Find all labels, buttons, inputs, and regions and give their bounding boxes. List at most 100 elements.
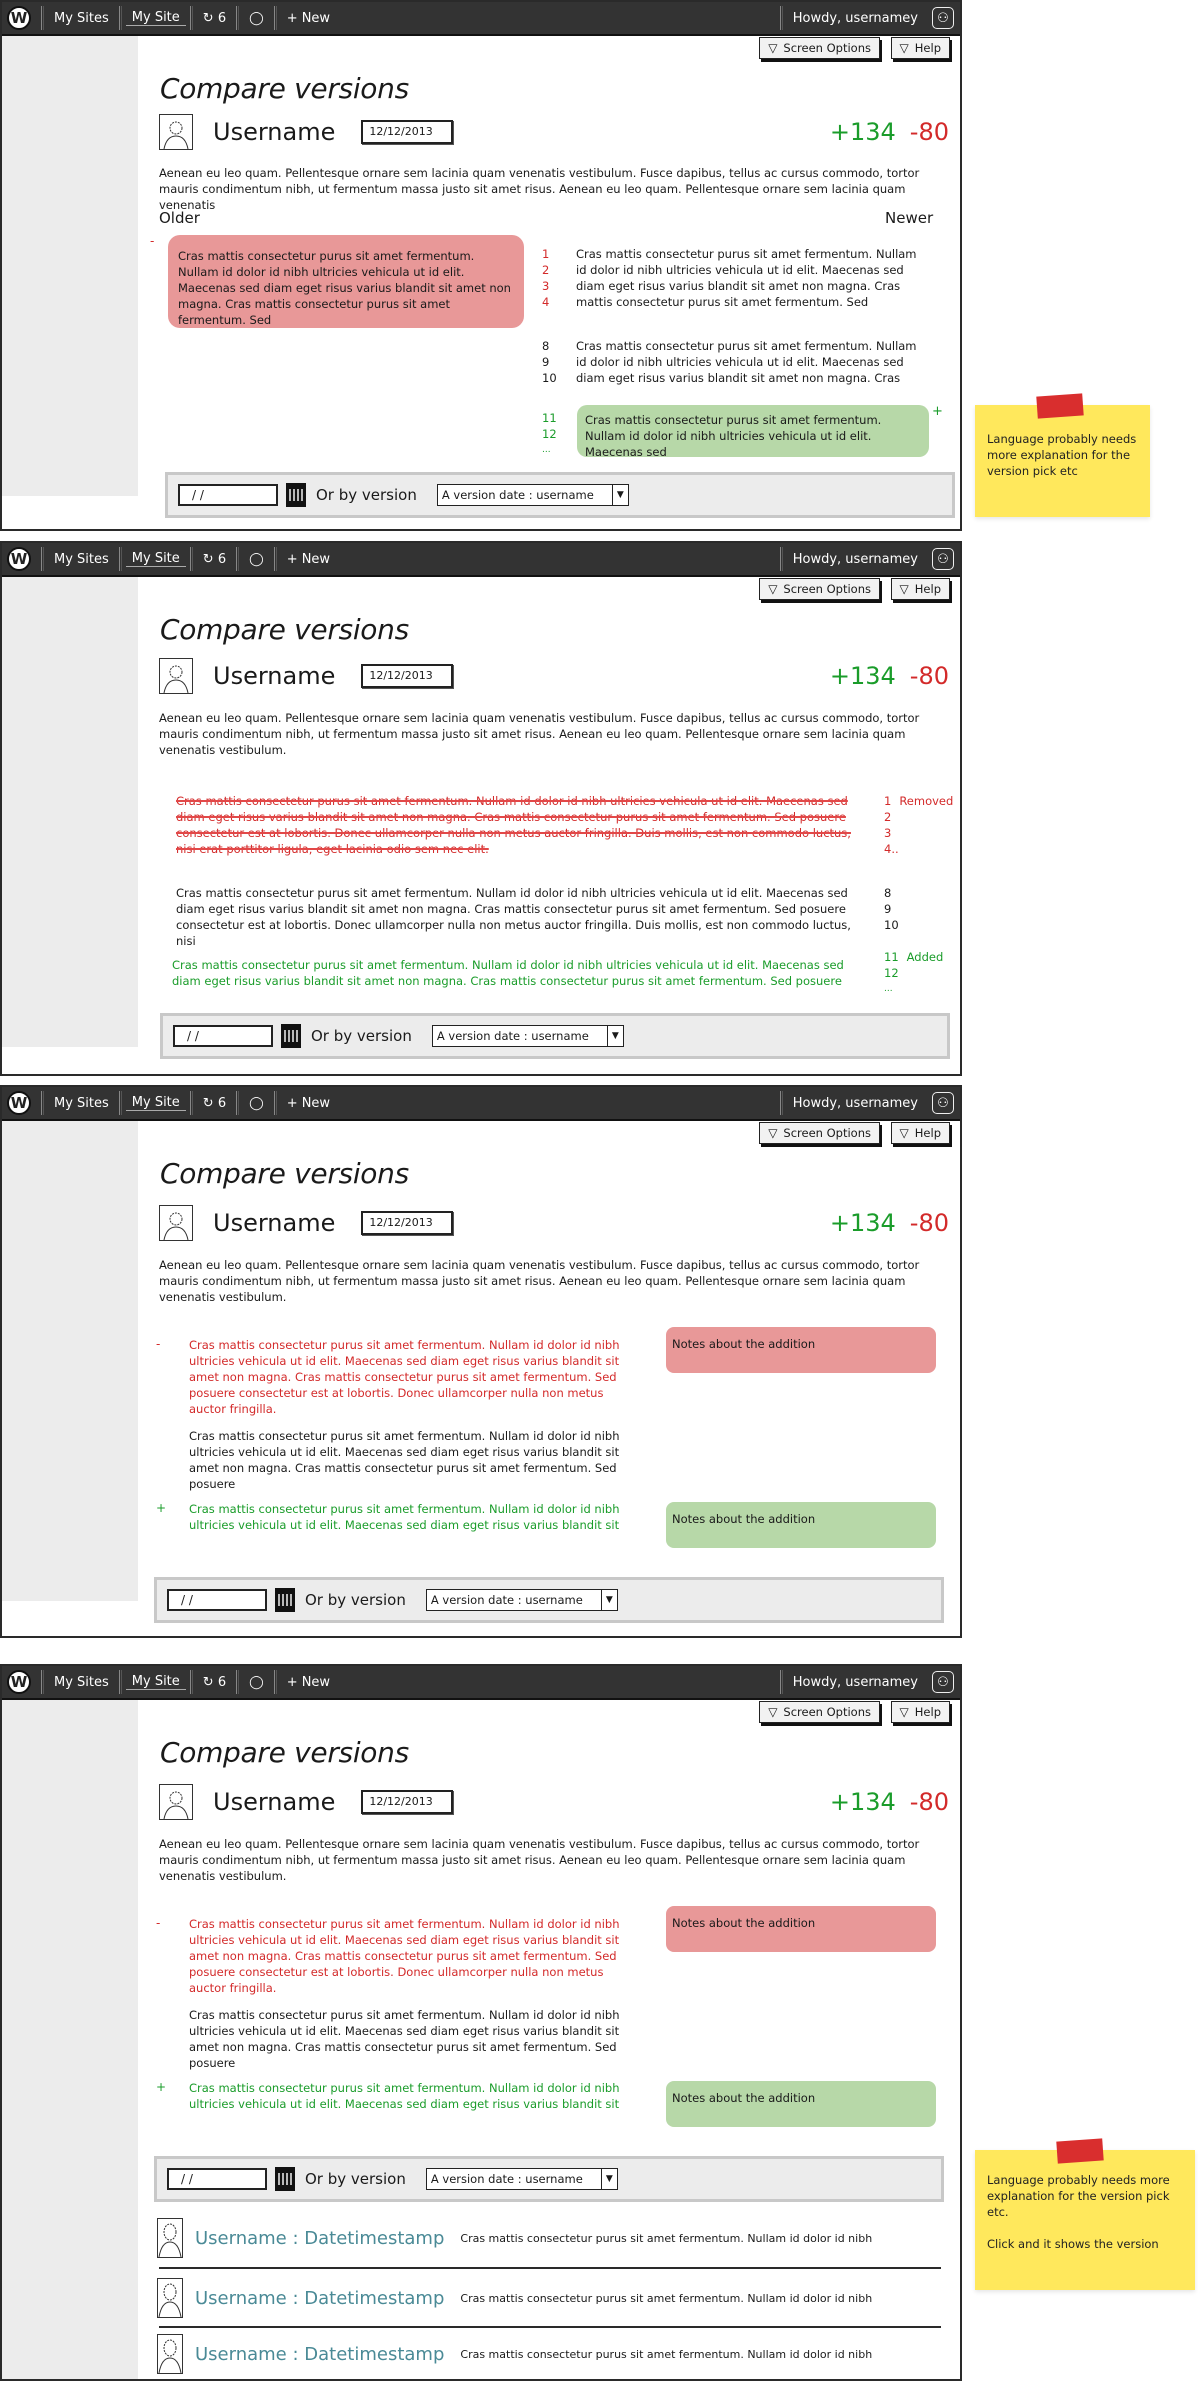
calendar-icon[interactable] bbox=[286, 483, 306, 507]
version-select[interactable]: A version date : username ▼ bbox=[431, 1025, 624, 1047]
help-button[interactable]: ▽ Help bbox=[890, 1701, 950, 1723]
updates-count: 6 bbox=[217, 1674, 227, 1690]
removed-marker: - bbox=[156, 1337, 161, 1351]
comments-icon[interactable]: ◯ bbox=[243, 1096, 270, 1111]
avatar bbox=[159, 1784, 193, 1820]
user-placeholder-icon bbox=[163, 1212, 189, 1240]
sticky-note: Language probably needs more explanation… bbox=[975, 2138, 1195, 2290]
refresh-icon: ↻ bbox=[202, 10, 214, 26]
updates-link[interactable]: ↻ 6 bbox=[197, 1096, 232, 1111]
calendar-icon[interactable] bbox=[275, 2167, 295, 2191]
sticky-note-text: Click and it shows the version bbox=[987, 2237, 1159, 2251]
wordpress-logo-icon[interactable]: W bbox=[7, 1670, 31, 1694]
triangle-down-icon: ▽ bbox=[899, 582, 909, 596]
user-avatar-icon[interactable]: ⚇ bbox=[932, 1671, 954, 1693]
help-button[interactable]: ▽ Help bbox=[890, 37, 950, 59]
divider bbox=[189, 1091, 193, 1115]
admin-bar: W My Sites My Site ↻ 6 ◯ + New Howdy, us… bbox=[2, 543, 960, 577]
context-line-numbers: 8 9 10 bbox=[884, 886, 899, 932]
user-placeholder-icon bbox=[158, 2339, 182, 2373]
wordpress-logo-icon[interactable]: W bbox=[7, 6, 31, 30]
new-content-link[interactable]: + New bbox=[281, 11, 336, 26]
user-avatar-icon[interactable]: ⚇ bbox=[932, 7, 954, 29]
comments-icon[interactable]: ◯ bbox=[243, 11, 270, 26]
wordpress-logo-icon[interactable]: W bbox=[7, 1091, 31, 1115]
removed-note: Notes about the addition bbox=[666, 1906, 936, 1952]
screen-options-button[interactable]: ▽ Screen Options bbox=[759, 578, 880, 600]
or-by-version-label: Or by version bbox=[316, 486, 417, 504]
my-site-link[interactable]: My Site bbox=[125, 10, 186, 26]
new-content-link[interactable]: + New bbox=[281, 552, 336, 567]
updates-link[interactable]: ↻ 6 bbox=[197, 11, 232, 26]
version-excerpt: Cras mattis consectetur purus sit amet f… bbox=[460, 2347, 873, 2361]
my-sites-link[interactable]: My Sites bbox=[48, 1096, 115, 1111]
version-list-item[interactable]: Username : Datetimestamp Cras mattis con… bbox=[157, 2212, 941, 2264]
author-row: Username 12/12/2013 +134 -80 bbox=[159, 658, 949, 694]
diff-line: 1 Cras mattis consectetur purus sit amet … bbox=[542, 247, 917, 261]
updates-link[interactable]: ↻ 6 bbox=[197, 1675, 232, 1690]
my-sites-link[interactable]: My Sites bbox=[48, 1675, 115, 1690]
divider bbox=[779, 547, 783, 571]
help-button[interactable]: ▽ Help bbox=[890, 1122, 950, 1144]
deletions-count: -80 bbox=[909, 1788, 949, 1816]
context-block: Cras mattis consectetur purus sit amet f… bbox=[176, 886, 851, 948]
user-avatar-icon[interactable]: ⚇ bbox=[932, 548, 954, 570]
screen-options-button[interactable]: ▽ Screen Options bbox=[759, 1701, 880, 1723]
greeting-link[interactable]: Howdy, usernamey bbox=[787, 11, 924, 26]
version-list-item[interactable]: Username : Datetimestamp Cras mattis con… bbox=[157, 2272, 941, 2324]
change-stats: +134 -80 bbox=[830, 118, 949, 146]
avatar bbox=[159, 1205, 193, 1241]
page-title: Compare versions bbox=[160, 1157, 409, 1190]
my-site-link[interactable]: My Site bbox=[125, 1674, 186, 1690]
greeting-link[interactable]: Howdy, usernamey bbox=[787, 1096, 924, 1111]
date-input[interactable]: / / bbox=[167, 2168, 267, 2190]
new-content-link[interactable]: + New bbox=[281, 1675, 336, 1690]
date-input[interactable]: / / bbox=[178, 484, 278, 506]
my-sites-link[interactable]: My Sites bbox=[48, 11, 115, 26]
version-link[interactable]: Username : Datetimestamp bbox=[195, 2344, 444, 2365]
version-list-item[interactable]: Username : Datetimestamp Cras mattis con… bbox=[157, 2328, 941, 2379]
my-sites-link[interactable]: My Sites bbox=[48, 552, 115, 567]
calendar-icon[interactable] bbox=[275, 1588, 295, 1612]
updates-link[interactable]: ↻ 6 bbox=[197, 552, 232, 567]
divider bbox=[189, 547, 193, 571]
wordpress-logo-icon[interactable]: W bbox=[7, 547, 31, 571]
avatar bbox=[157, 2278, 183, 2318]
greeting-link[interactable]: Howdy, usernamey bbox=[787, 1675, 924, 1690]
removed-note: Notes about the addition bbox=[666, 1327, 936, 1373]
comments-icon[interactable]: ◯ bbox=[243, 552, 270, 567]
intro-text: Aenean eu leo quam. Pellentesque ornare … bbox=[159, 166, 920, 212]
comments-icon[interactable]: ◯ bbox=[243, 1675, 270, 1690]
my-site-link[interactable]: My Site bbox=[125, 1095, 186, 1111]
updates-count: 6 bbox=[217, 1095, 227, 1111]
version-link[interactable]: Username : Datetimestamp bbox=[195, 2288, 444, 2309]
avatar bbox=[157, 2334, 183, 2374]
older-label: Older bbox=[159, 209, 200, 227]
my-site-link[interactable]: My Site bbox=[125, 551, 186, 567]
diff-line: 9 id dolor id nibh ultricies vehicula ut … bbox=[542, 355, 904, 369]
calendar-icon[interactable] bbox=[281, 1024, 301, 1048]
divider bbox=[118, 1670, 122, 1694]
help-button[interactable]: ▽ Help bbox=[890, 578, 950, 600]
added-marker: + bbox=[156, 1501, 167, 1515]
new-content-link[interactable]: + New bbox=[281, 1096, 336, 1111]
user-avatar-icon[interactable]: ⚇ bbox=[932, 1092, 954, 1114]
version-link[interactable]: Username : Datetimestamp bbox=[195, 2228, 444, 2249]
screen-options-button[interactable]: ▽ Screen Options bbox=[759, 1122, 880, 1144]
version-select[interactable]: A version date : username ▼ bbox=[425, 2168, 618, 2190]
mockup-panel-notes-with-history: W My Sites My Site ↻ 6 ◯ + New Howdy, us… bbox=[0, 1664, 962, 2381]
screen-options-button[interactable]: ▽ Screen Options bbox=[759, 37, 880, 59]
version-select[interactable]: A version date : username ▼ bbox=[425, 1589, 618, 1611]
additions-count: +134 bbox=[829, 1788, 896, 1816]
version-filter-bar: / / Or by version A version date : usern… bbox=[154, 1577, 944, 1623]
author-row: Username 12/12/2013 +134 -80 bbox=[159, 1205, 949, 1241]
version-select[interactable]: A version date : username ▼ bbox=[436, 484, 629, 506]
greeting-link[interactable]: Howdy, usernamey bbox=[787, 552, 924, 567]
diff-line: 10 diam eget risus varius blandit sit ame… bbox=[542, 371, 901, 385]
triangle-down-icon: ▽ bbox=[768, 582, 778, 596]
date-input[interactable]: / / bbox=[173, 1025, 273, 1047]
divider bbox=[779, 1670, 783, 1694]
admin-bar: W My Sites My Site ↻ 6 ◯ + New Howdy, us… bbox=[2, 2, 960, 36]
date-input[interactable]: / / bbox=[167, 1589, 267, 1611]
removed-block: Cras mattis consectetur purus sit amet f… bbox=[189, 1917, 620, 1995]
